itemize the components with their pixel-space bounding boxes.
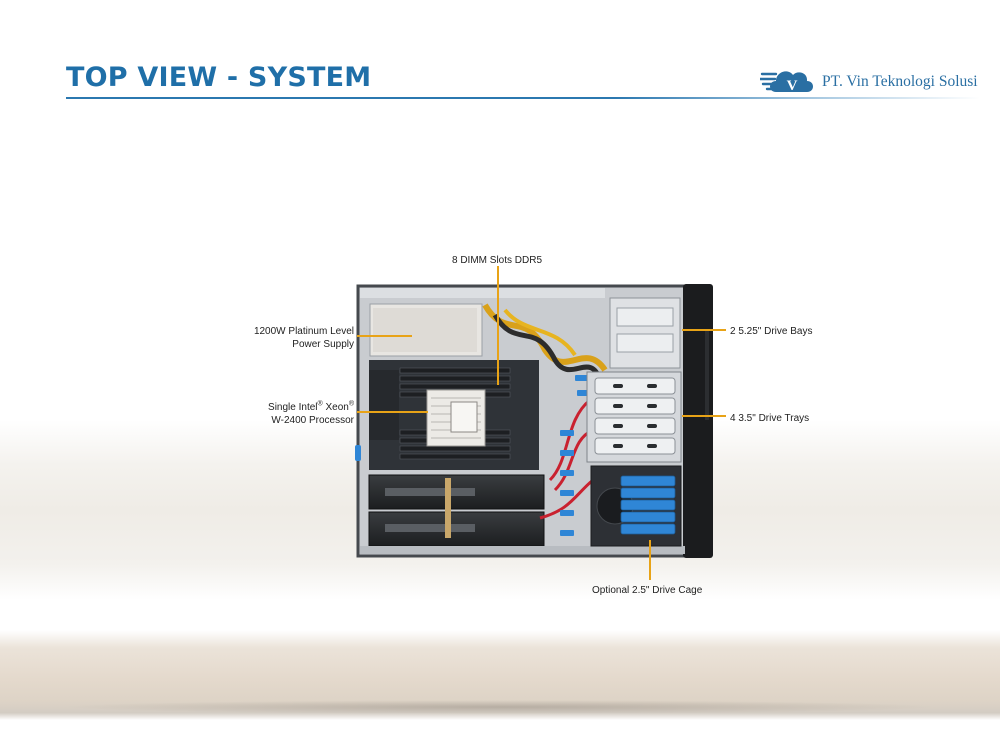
callout-processor-line2: W-2400 Processor xyxy=(271,415,354,426)
company-logo: V PT. Vin Teknologi Solusi xyxy=(760,62,990,98)
page-title: TOP VIEW - SYSTEM xyxy=(66,62,372,93)
callout-processor: Single Intel® Xeon® W-2400 Processor xyxy=(268,401,354,427)
callout-dimm-slots: 8 DIMM Slots DDR5 xyxy=(452,255,543,266)
callout-power-supply: 1200W Platinum Level Power Supply xyxy=(254,325,354,351)
background-shadow xyxy=(60,700,940,714)
server-chassis-image xyxy=(355,280,717,560)
callout-drive-cage: Optional 2.5" Drive Cage xyxy=(592,585,703,596)
callout-drive-trays: 4 3.5" Drive Trays xyxy=(730,413,810,424)
logo-cloud-icon: V xyxy=(760,71,813,94)
callout-processor-line1: Single Intel® Xeon® xyxy=(268,400,354,413)
callout-power-supply-line1: 1200W Platinum Level xyxy=(253,326,354,337)
logo-text: PT. Vin Teknologi Solusi xyxy=(822,73,978,90)
callout-power-supply-line2: Power Supply xyxy=(292,339,354,350)
logo-mark: V xyxy=(787,78,798,94)
callout-drive-bays: 2 5.25" Drive Bays xyxy=(730,326,813,337)
